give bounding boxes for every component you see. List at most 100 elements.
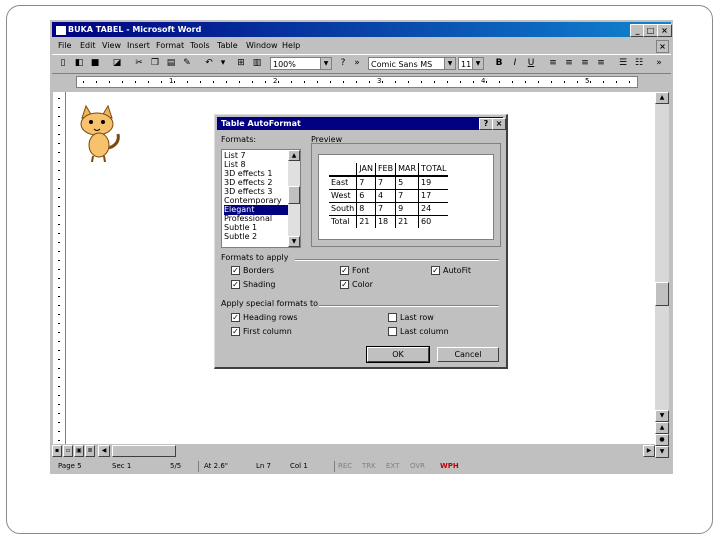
open-folder-icon[interactable]: ◧ [72,57,86,70]
ruler-tick [58,323,60,324]
previous-page-icon[interactable]: ▲ [655,422,669,434]
bold-icon[interactable]: B [492,57,506,70]
print-layout-icon[interactable]: ▣ [74,445,84,457]
horizontal-scrollbar[interactable]: ▪ ▫ ▣ ≣ ◀ ▶ [52,444,655,458]
chevron-down-icon[interactable]: ▼ [472,58,483,69]
copy-icon[interactable]: ❐ [148,57,162,70]
preview-cell: 21 [395,215,419,228]
menu-tools[interactable]: Tools [190,39,210,53]
scroll-right-icon[interactable]: ▶ [643,445,655,457]
menu-window[interactable]: Window [246,39,278,53]
scroll-up-icon[interactable]: ▲ [288,150,300,161]
maximize-button[interactable]: □ [643,24,658,37]
ruler-tick [58,386,60,387]
scroll-left-icon[interactable]: ◀ [98,445,110,457]
chevron-down-icon[interactable]: ▼ [320,58,331,69]
last-column-checkbox[interactable] [388,327,397,336]
status-page: Page 5 [58,462,82,470]
heading-rows-checkbox[interactable]: ✓ [231,313,240,322]
font-combo[interactable]: Comic Sans MS ▼ [368,57,456,70]
cut-icon[interactable]: ✂ [132,57,146,70]
ok-button[interactable]: OK [366,346,430,363]
shading-checkbox[interactable]: ✓ [231,280,240,289]
menu-file[interactable]: File [58,39,71,53]
borders-checkbox[interactable]: ✓ [231,266,240,275]
insert-table-icon[interactable]: ⊞ [234,57,248,70]
more-buttons-icon[interactable]: » [652,57,666,70]
formats-scrollbar[interactable]: ▲ ▼ [288,150,300,247]
font-checkbox[interactable]: ✓ [340,266,349,275]
menu-help[interactable]: Help [282,39,300,53]
list-item[interactable]: Subtle 2 [224,232,257,242]
save-icon[interactable]: ■ [88,57,102,70]
status-language[interactable]: WPH [440,460,459,473]
justify-icon[interactable]: ≡ [594,57,608,70]
ruler-tick [512,81,513,83]
next-page-icon[interactable]: ▼ [655,446,669,458]
undo-dropdown-icon[interactable]: ▾ [216,57,230,70]
document-close-button[interactable]: × [656,40,669,53]
scroll-thumb[interactable] [288,186,300,204]
web-layout-icon[interactable]: ▫ [63,445,73,457]
ruler-tick [343,81,344,83]
dialog-close-button[interactable]: × [492,118,506,130]
more-buttons-icon[interactable]: » [350,57,364,70]
vertical-scrollbar[interactable]: ▲ ▼ ▲ ● ▼ [655,92,669,458]
first-column-checkbox[interactable]: ✓ [231,327,240,336]
horizontal-ruler[interactable]: 1 2 3 4 5 [52,74,671,88]
font-label: Font [352,266,370,275]
cancel-button[interactable]: Cancel [437,347,499,362]
formats-listbox[interactable]: List 7 List 8 3D effects 1 3D effects 2 … [221,149,301,248]
ruler-tick [58,341,60,342]
status-ovr[interactable]: OVR [410,460,425,473]
autofit-checkbox[interactable]: ✓ [431,266,440,275]
horizontal-scroll-thumb[interactable] [112,445,176,457]
ruler-tick [58,179,60,180]
italic-icon[interactable]: I [508,57,522,70]
preview-cell: 7 [374,202,396,216]
menu-format[interactable]: Format [156,39,184,53]
numbering-icon[interactable]: ☰ [616,57,630,70]
vertical-ruler[interactable] [53,92,66,458]
chevron-down-icon[interactable]: ▼ [444,58,455,69]
dialog-help-button[interactable]: ? [479,118,493,130]
select-browse-object-icon[interactable]: ● [655,434,669,446]
align-left-icon[interactable]: ≡ [546,57,560,70]
status-ext[interactable]: EXT [386,460,399,473]
print-preview-icon[interactable]: ◪ [110,57,124,70]
menu-view[interactable]: View [102,39,121,53]
format-painter-icon[interactable]: ✎ [180,57,194,70]
preview-cell: JAN [356,163,376,176]
close-button[interactable]: × [657,24,672,37]
menu-edit[interactable]: Edit [80,39,96,53]
special-formats-label: Apply special formats to [221,299,319,308]
underline-icon[interactable]: U [524,57,538,70]
ruler-tick [58,206,60,207]
preview-cell: West [331,191,351,200]
normal-view-icon[interactable]: ▪ [52,445,62,457]
ruler-tick [109,81,110,83]
scroll-down-icon[interactable]: ▼ [288,236,300,247]
new-document-icon[interactable]: ▯ [56,57,70,70]
zoom-combo[interactable]: 100% ▼ [270,57,332,70]
paste-icon[interactable]: ▤ [164,57,178,70]
ruler-tick [58,260,60,261]
color-checkbox[interactable]: ✓ [340,280,349,289]
status-rec[interactable]: REC [338,460,352,473]
scroll-down-icon[interactable]: ▼ [655,410,669,422]
menu-insert[interactable]: Insert [127,39,150,53]
columns-icon[interactable]: ▥ [250,57,264,70]
menu-table[interactable]: Table [217,39,238,53]
help-icon[interactable]: ? [336,57,350,70]
title-bar: BUKA TABEL - Microsoft Word _ □ × [52,22,672,37]
undo-icon[interactable]: ↶ [202,57,216,70]
last-row-checkbox[interactable] [388,313,397,322]
align-right-icon[interactable]: ≡ [578,57,592,70]
status-trk[interactable]: TRK [362,460,376,473]
scroll-up-icon[interactable]: ▲ [655,92,669,104]
bullets-icon[interactable]: ☷ [632,57,646,70]
align-center-icon[interactable]: ≡ [562,57,576,70]
font-size-combo[interactable]: 11 ▼ [458,57,484,70]
scroll-thumb[interactable] [655,282,669,306]
outline-view-icon[interactable]: ≣ [85,445,95,457]
